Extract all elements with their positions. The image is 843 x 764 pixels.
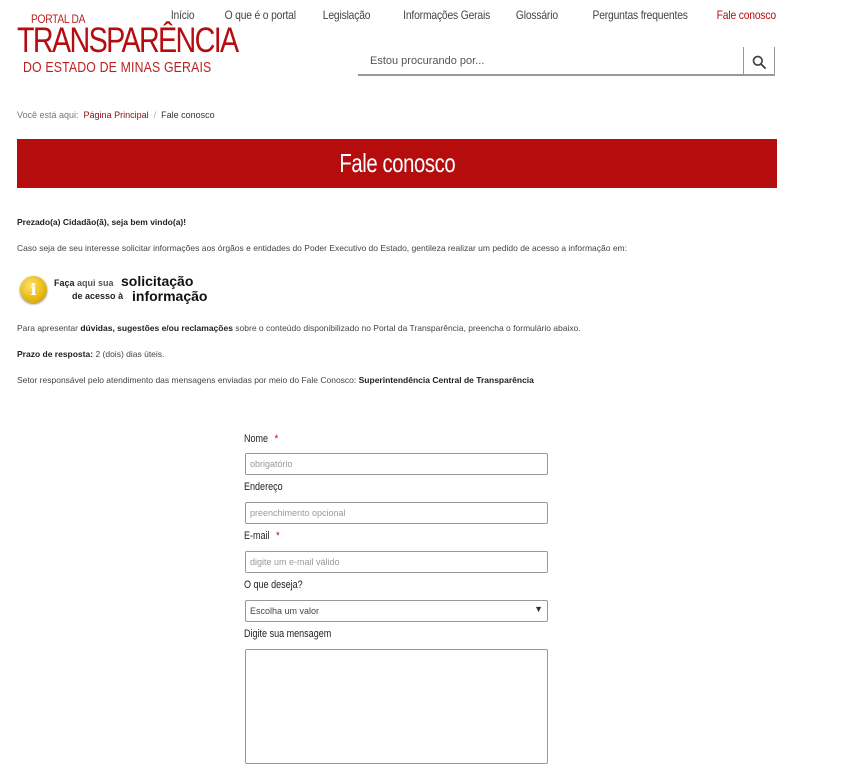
intro-text: Caso seja de seu interesse solicitar inf… [17,243,627,253]
dropdown-arrow-icon: ▼ [534,604,543,614]
nav-legislacao[interactable]: Legislação [323,8,371,22]
address-field[interactable] [245,502,548,524]
nav-glossario[interactable]: Glossário [516,8,558,22]
breadcrumb-separator: / [153,110,157,120]
wish-select-value: Escolha um valor [250,606,320,616]
page-title-banner: Fale conosco [17,139,777,188]
nav-perguntas-frequentes[interactable]: Perguntas frequentes [593,8,688,22]
logo-state: DO ESTADO DE MINAS GERAIS [23,59,212,76]
email-field[interactable] [245,551,548,573]
greeting-text: Prezado(a) Cidadão(ã), seja bem vindo(a)… [17,217,187,227]
wish-select[interactable]: Escolha um valor ▼ [245,600,548,622]
name-field[interactable] [245,453,548,475]
purpose-text: Para apresentar dúvidas, sugestões e/ou … [17,323,581,333]
message-label: Digite sua mensagem [244,628,332,640]
breadcrumb-current: Fale conosco [161,110,215,120]
address-label: Endereço [244,481,283,493]
sector-text: Setor responsável pelo atendimento das m… [17,375,534,385]
breadcrumb-prefix: Você está aqui: [17,110,79,120]
breadcrumb-home-link[interactable]: Página Principal [84,110,149,120]
page-title: Fale conosco [339,148,455,178]
nav-fale-conosco[interactable]: Fale conosco [717,8,776,22]
breadcrumb: Você está aqui: Página Principal / Fale con… [17,110,215,120]
search-input[interactable] [368,54,742,68]
top-nav: Início O que é o portal Legislação Infor… [148,8,776,22]
nav-inicio[interactable]: Início [170,8,194,22]
nav-o-que-e-o-portal[interactable]: O que é o portal [225,8,296,22]
nav-informacoes-gerais[interactable]: Informações Gerais [403,8,490,22]
message-field[interactable] [245,649,548,764]
deadline-text: Prazo de resposta: 2 (dois) dias úteis. [17,349,165,359]
wish-label: O que deseja? [244,579,303,591]
email-label: E-mail * [244,530,280,542]
search-button[interactable] [743,47,774,76]
logo-transparencia: TRANSPARÊNCIA [17,21,239,60]
search-icon [752,55,766,69]
info-icon: i [20,276,47,303]
solicitation-button[interactable]: i Faça aqui sua solicitação de acesso à … [20,273,220,309]
search-bar [358,47,775,76]
name-label: Nome * [244,433,279,445]
